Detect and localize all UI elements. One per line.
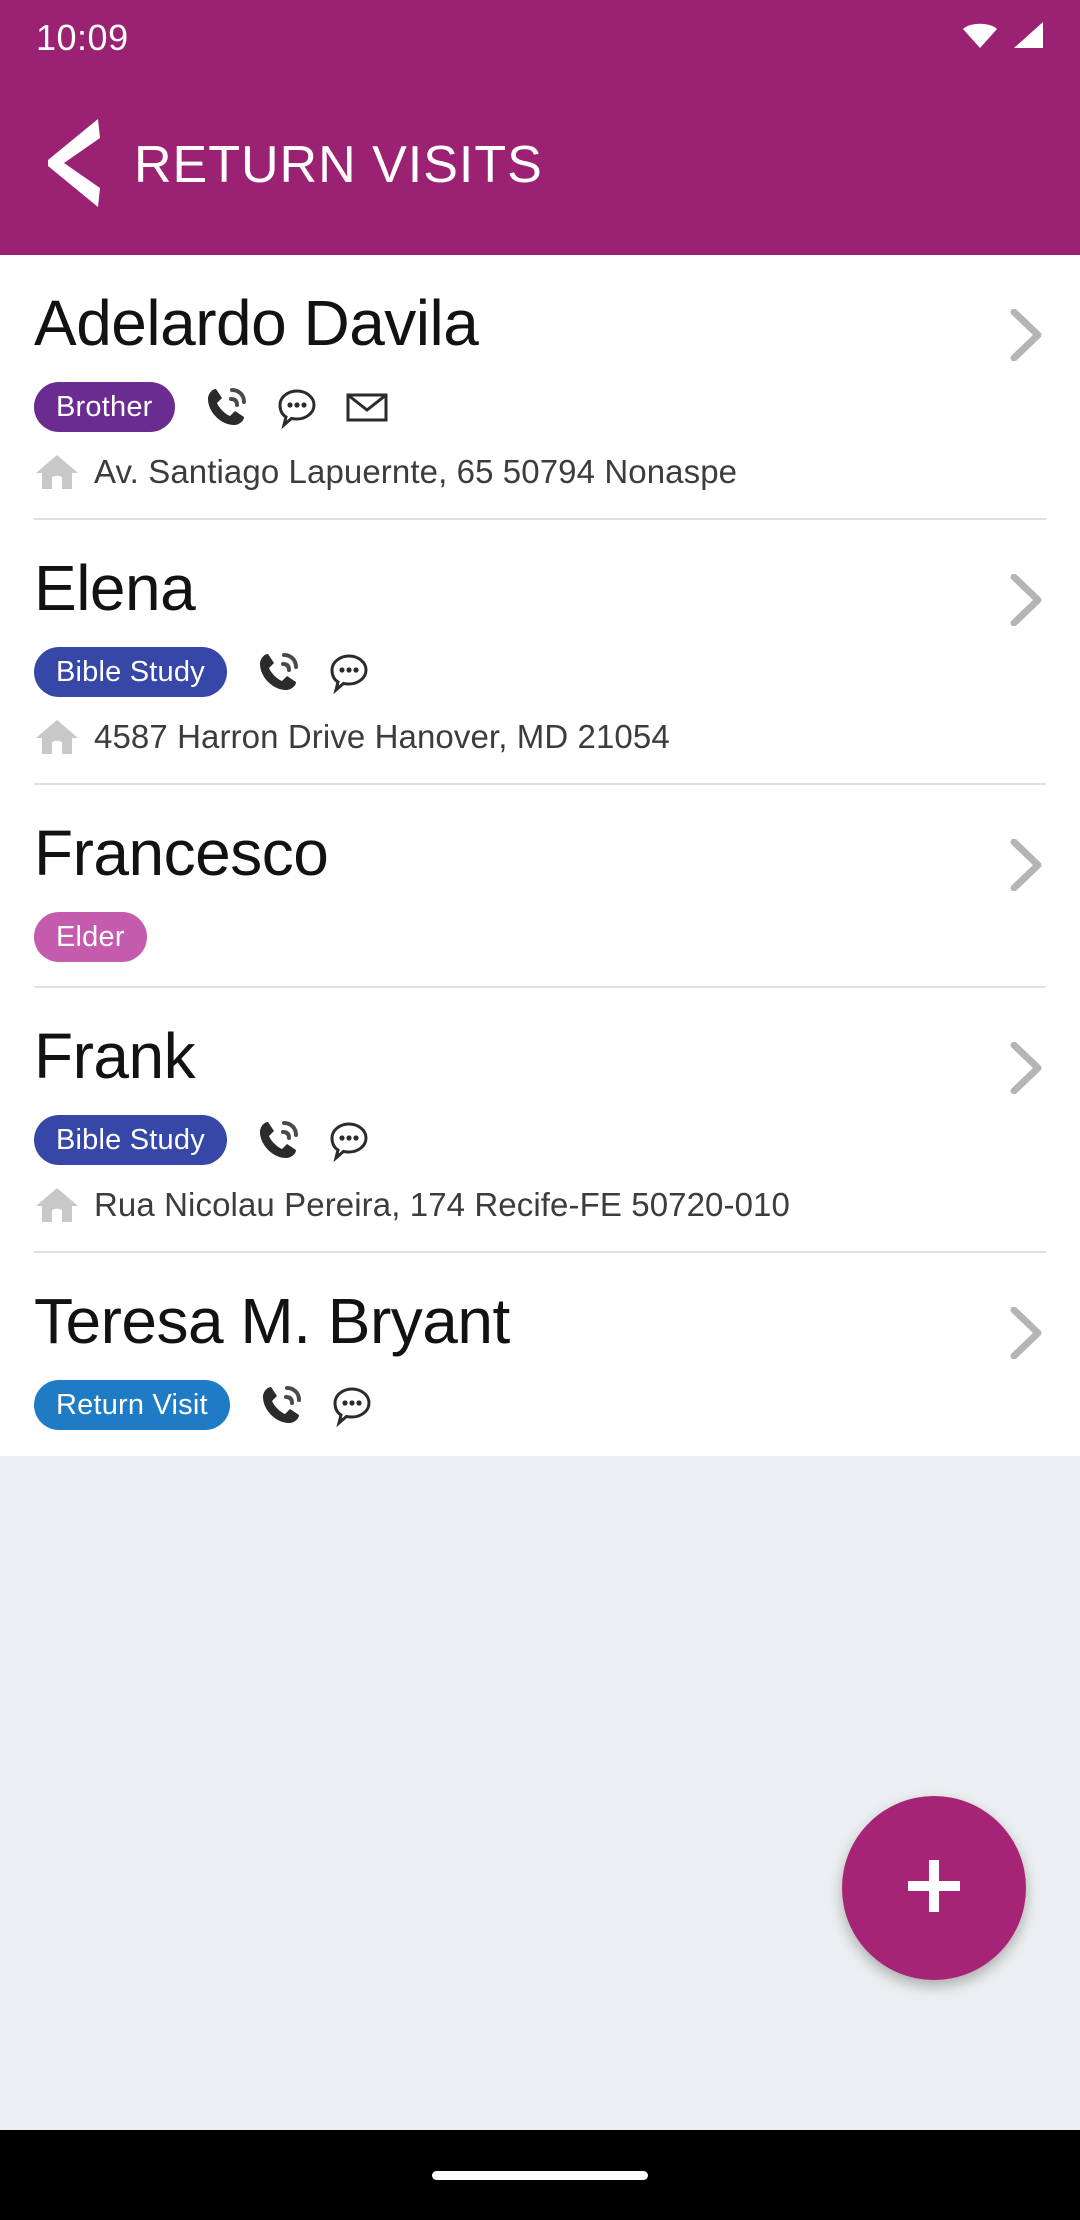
chat-icon[interactable] [325,648,373,696]
person-name: Frank [34,1022,1008,1090]
list-item-header: Frank [34,1022,1046,1099]
action-icon-group [203,383,391,431]
app-bar: RETURN VISITS [0,75,1080,255]
phone-icon[interactable] [203,383,251,431]
page-title: RETURN VISITS [134,135,543,195]
chat-icon[interactable] [273,383,321,431]
chevron-right-icon[interactable] [1008,839,1042,896]
list-item-badges: Bible Study [34,647,1046,697]
action-icon-group [255,648,373,696]
list-item-header: Teresa M. Bryant [34,1287,1046,1364]
list-item[interactable]: Frank Bible Study [0,988,1080,1253]
list-item[interactable]: Elena Bible Study [0,520,1080,785]
add-button[interactable] [842,1796,1026,1980]
system-navigation-bar [0,2130,1080,2220]
plus-icon [898,1850,970,1927]
list-item[interactable]: Adelardo Davila Brother [0,255,1080,520]
address-text: Av. Santiago Lapuernte, 65 50794 Nonaspe [94,453,737,491]
list-item-badges: Elder [34,912,1046,962]
chat-icon[interactable] [325,1116,373,1164]
status-bar-icons [962,21,1044,54]
back-button[interactable] [34,119,112,211]
list-item-badges: Brother [34,382,1046,432]
address-text: Rua Nicolau Pereira, 174 Recife-FE 50720… [94,1186,790,1224]
status-clock: 10:09 [36,17,129,59]
list-item-header: Adelardo Davila [34,289,1046,366]
person-name: Teresa M. Bryant [34,1287,1008,1355]
wifi-icon [962,21,998,54]
home-icon [34,1183,80,1227]
status-badge[interactable]: Bible Study [34,1115,227,1165]
chat-icon[interactable] [328,1381,376,1429]
chevron-right-icon[interactable] [1008,309,1042,366]
status-badge[interactable]: Bible Study [34,647,227,697]
back-chevron-icon [42,116,104,215]
action-icon-group [255,1116,373,1164]
chevron-right-icon[interactable] [1008,574,1042,631]
list-item-header: Francesco [34,819,1046,896]
list-item-address: Rua Nicolau Pereira, 174 Recife-FE 50720… [34,1183,1046,1227]
list-item-badges: Return Visit [34,1380,1046,1430]
person-name: Elena [34,554,1008,622]
address-text: 4587 Harron Drive Hanover, MD 21054 [94,718,670,756]
home-icon [34,450,80,494]
home-icon [34,715,80,759]
status-badge[interactable]: Elder [34,912,147,962]
phone-icon[interactable] [255,648,303,696]
list-item-badges: Bible Study [34,1115,1046,1165]
list-item[interactable]: Teresa M. Bryant Return Visit [0,1253,1080,1456]
person-name: Adelardo Davila [34,289,1008,357]
email-icon[interactable] [343,383,391,431]
home-gesture-pill[interactable] [432,2171,648,2180]
app-screen: 10:09 RETURN VISITS [0,0,1080,2220]
status-badge[interactable]: Return Visit [34,1380,230,1430]
empty-content-area [0,1456,1080,2130]
status-bar: 10:09 [0,0,1080,75]
list-item[interactable]: Francesco Elder [0,785,1080,988]
action-icon-group [258,1381,376,1429]
chevron-right-icon[interactable] [1008,1307,1042,1364]
list-item-address: Av. Santiago Lapuernte, 65 50794 Nonaspe [34,450,1046,494]
phone-icon[interactable] [258,1381,306,1429]
phone-icon[interactable] [255,1116,303,1164]
list-item-address: 4587 Harron Drive Hanover, MD 21054 [34,715,1046,759]
return-visits-list: Adelardo Davila Brother [0,255,1080,1456]
list-item-header: Elena [34,554,1046,631]
cellular-signal-icon [1012,21,1044,54]
status-badge[interactable]: Brother [34,382,175,432]
person-name: Francesco [34,819,1008,887]
chevron-right-icon[interactable] [1008,1042,1042,1099]
